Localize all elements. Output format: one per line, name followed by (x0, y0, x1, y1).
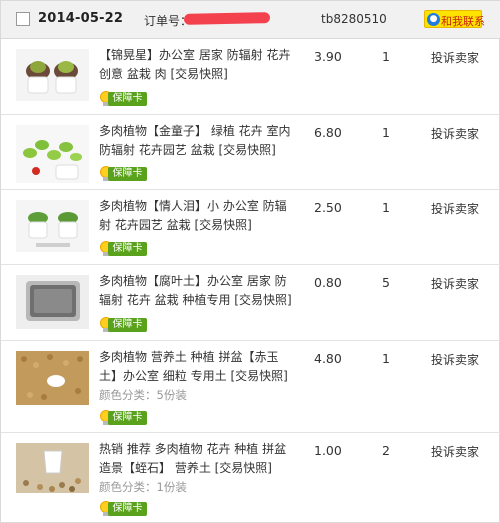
order-date: 2014-05-22 (38, 11, 124, 26)
complain-seller-link[interactable]: 投诉卖家 (431, 443, 479, 460)
quantity: 1 (382, 351, 390, 366)
guarantee-badge[interactable]: 保障卡 (99, 501, 148, 517)
complain-seller-link[interactable]: 投诉卖家 (431, 200, 479, 217)
order-item-row: 【锦晃星】办公室 居家 防辐射 花卉 创意 盆栽 肉 [交易快照] 保障卡 3.… (1, 39, 500, 115)
product-title[interactable]: 多肉植物【腐叶土】办公室 居家 防辐射 花卉 盆栽 种植专用 [交易快照] (99, 272, 295, 310)
product-variant: 颜色分类：5份装 (99, 388, 187, 402)
quantity: 5 (382, 275, 390, 290)
product-title[interactable]: 热销 推荐 多肉植物 花卉 种植 拼盆 造景【蛭石】 营养土 [交易快照] (99, 440, 295, 478)
product-variant: 颜色分类：1份装 (99, 480, 187, 494)
complain-seller-link[interactable]: 投诉卖家 (431, 351, 479, 368)
guarantee-label: 保障卡 (108, 318, 147, 332)
select-order-checkbox[interactable] (16, 12, 30, 26)
product-title[interactable]: 多肉植物【金童子】 绿植 花卉 室内 防辐射 花卉园艺 盆栽 [交易快照] (99, 122, 295, 160)
unit-price: 1.00 (314, 443, 342, 458)
guarantee-badge[interactable]: 保障卡 (99, 166, 148, 182)
quantity: 1 (382, 49, 390, 64)
guarantee-label: 保障卡 (108, 411, 147, 425)
complain-seller-link[interactable]: 投诉卖家 (431, 275, 479, 292)
guarantee-badge[interactable]: 保障卡 (99, 241, 148, 257)
quantity: 1 (382, 200, 390, 215)
unit-price: 2.50 (314, 200, 342, 215)
redacted-order-number (183, 12, 271, 25)
order-item-row: 多肉植物 营养土 种植 拼盆【赤玉土】办公室 细粒 专用土 [交易快照] 颜色分… (1, 341, 500, 433)
guarantee-label: 保障卡 (108, 242, 147, 256)
guarantee-label: 保障卡 (108, 502, 147, 516)
unit-price: 3.90 (314, 49, 342, 64)
product-thumbnail[interactable] (16, 443, 89, 493)
order-item-row: 多肉植物【情人泪】小 办公室 防辐射 花卉园艺 盆栽 [交易快照] 保障卡 2.… (1, 190, 500, 265)
order-header: 2014-05-22 订单号： tb8280510 ● 和我联系 (1, 1, 500, 39)
unit-price: 6.80 (314, 125, 342, 140)
complain-seller-link[interactable]: 投诉卖家 (431, 49, 479, 66)
guarantee-badge[interactable]: 保障卡 (99, 410, 148, 426)
contact-me-button[interactable]: ● 和我联系 (424, 10, 485, 28)
unit-price: 0.80 (314, 275, 342, 290)
guarantee-label: 保障卡 (108, 167, 147, 181)
order-panel: 2014-05-22 订单号： tb8280510 ● 和我联系 【锦晃星】办公… (0, 0, 500, 523)
order-item-row: 多肉植物【腐叶土】办公室 居家 防辐射 花卉 盆栽 种植专用 [交易快照] 保障… (1, 265, 500, 341)
quantity: 1 (382, 125, 390, 140)
complain-seller-link[interactable]: 投诉卖家 (431, 125, 479, 142)
product-title[interactable]: 【锦晃星】办公室 居家 防辐射 花卉 创意 盆栽 肉 [交易快照] (99, 46, 295, 84)
product-thumbnail[interactable] (16, 125, 89, 183)
quantity: 2 (382, 443, 390, 458)
order-item-row: 多肉植物【金童子】 绿植 花卉 室内 防辐射 花卉园艺 盆栽 [交易快照] 保障… (1, 115, 500, 190)
product-thumbnail[interactable] (16, 275, 89, 329)
chat-icon: ● (427, 13, 440, 26)
product-title[interactable]: 多肉植物【情人泪】小 办公室 防辐射 花卉园艺 盆栽 [交易快照] (99, 197, 295, 235)
guarantee-badge[interactable]: 保障卡 (99, 91, 148, 107)
product-thumbnail[interactable] (16, 200, 89, 252)
guarantee-badge[interactable]: 保障卡 (99, 317, 148, 333)
product-thumbnail[interactable] (16, 351, 89, 405)
unit-price: 4.80 (314, 351, 342, 366)
order-item-row: 热销 推荐 多肉植物 花卉 种植 拼盆 造景【蛭石】 营养土 [交易快照] 颜色… (1, 433, 500, 523)
contact-me-label: 和我联系 (441, 15, 485, 28)
product-thumbnail[interactable] (16, 49, 89, 101)
product-title[interactable]: 多肉植物 营养土 种植 拼盆【赤玉土】办公室 细粒 专用土 [交易快照] (99, 348, 295, 386)
guarantee-label: 保障卡 (108, 92, 147, 106)
buyer-id: tb8280510 (321, 12, 387, 26)
